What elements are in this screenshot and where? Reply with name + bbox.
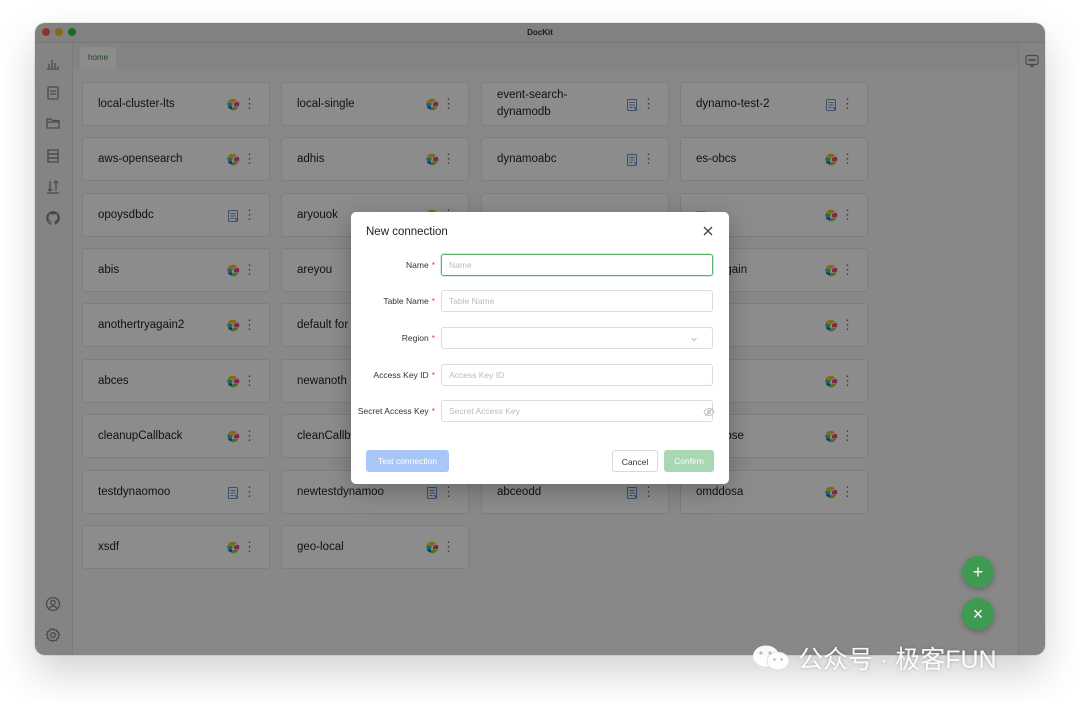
cancel-button[interactable]: Cancel <box>612 450 658 472</box>
access-key-input[interactable] <box>441 364 713 386</box>
wechat-logo-icon <box>750 643 792 673</box>
close-fab-button[interactable]: × <box>962 598 994 630</box>
region-label: Region * <box>401 333 435 343</box>
eye-icon[interactable] <box>703 405 715 417</box>
table-name-input[interactable] <box>441 290 713 312</box>
secret-key-row: Secret Access Key * <box>351 400 729 422</box>
new-connection-dialog: New connection Name* Table Name* Region*… <box>351 212 729 484</box>
secret-key-label: Secret Access Key * <box>357 406 435 416</box>
dialog-title: New connection <box>366 226 448 238</box>
name-input[interactable] <box>441 254 713 276</box>
access-key-label: Access Key ID * <box>373 370 435 380</box>
test-connection-button[interactable]: Test connection <box>366 450 449 472</box>
table-name-row: Table Name * <box>351 290 729 312</box>
chevron-down-icon <box>689 334 699 344</box>
name-row: Name * <box>351 254 729 276</box>
confirm-button[interactable]: Confirm <box>664 450 714 472</box>
watermark-text: 公众号 · 极客FUN <box>798 646 997 674</box>
table-name-label: Table Name * <box>383 296 435 306</box>
watermark: 公众号 · 极客FUN <box>750 640 997 676</box>
add-connection-button[interactable]: + <box>962 556 994 588</box>
access-key-row: Access Key ID * <box>351 364 729 386</box>
close-icon[interactable] <box>701 224 715 238</box>
secret-key-input[interactable] <box>441 400 713 422</box>
region-select[interactable] <box>441 327 713 349</box>
name-label: Name * <box>406 260 435 270</box>
region-row: Region * <box>351 327 729 349</box>
